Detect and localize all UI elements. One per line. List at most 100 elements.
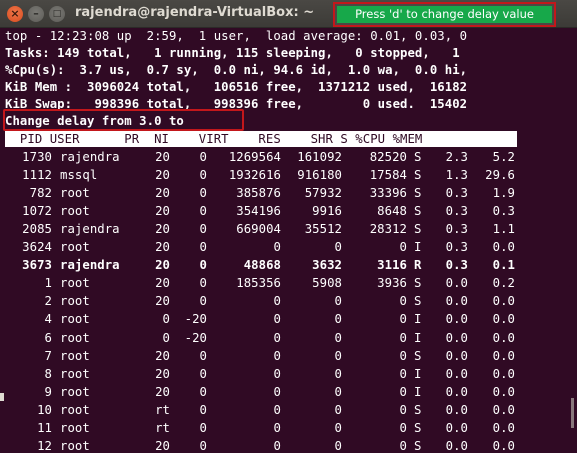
ni-cell: 0 [199,384,207,399]
ni-cell: 0 [199,438,207,453]
shr-cell: 33396 [369,186,407,201]
close-window-button[interactable]: × [7,6,23,22]
pid-cell: 4 [44,312,52,327]
pid-cell: 3673 [22,258,52,273]
virt-cell: 0 [273,366,281,381]
virt-cell: 0 [273,348,281,363]
user-cell: root [60,330,90,345]
shr-cell: 3936 [377,276,407,291]
pr-cell: 20 [155,168,170,183]
user-cell: root [60,384,90,399]
res-cell: 57932 [304,186,342,201]
process-row: 8 root 20 0 0 0 0 I 0.0 0.0 [5,366,520,384]
pr-cell: 20 [155,204,170,219]
state-cell: I [414,366,422,381]
ni-cell: 0 [199,276,207,291]
pid-cell: 1072 [22,204,52,219]
virt-cell: 0 [273,312,281,327]
process-row: 1072 root 20 0 354196 9916 8648 S 0.3 0.3 [5,203,520,221]
instruction-callout-text: Press 'd' to change delay value [337,6,552,23]
process-row: 1 root 20 0 185356 5908 3936 S 0.0 0.2 [5,275,520,293]
res-cell: 0 [334,330,342,345]
pid-cell: 1 [44,276,52,291]
mem-cell: 0.0 [492,402,515,417]
ni-cell: -20 [184,312,207,327]
mem-cell: 0.0 [492,330,515,345]
delay-prompt[interactable]: Change delay from 3.0 to [5,113,184,131]
mem-cell: 0.0 [492,312,515,327]
cpu-cell: 0.0 [445,366,468,381]
process-row: 2 root 20 0 0 0 0 S 0.0 0.0 [5,293,520,311]
ni-cell: 0 [199,150,207,164]
mem-cell: 29.6 [485,168,515,183]
cpu-cell: 1.3 [445,168,468,183]
pr-cell: 20 [155,348,170,363]
pr-cell: 20 [155,222,170,237]
shr-cell: 17584 [369,168,407,183]
mem-cell: 1.9 [492,186,515,201]
user-cell: root [60,348,90,363]
user-cell: root [60,240,90,255]
user-cell: root [60,420,90,435]
virt-cell: 0 [273,384,281,399]
pr-cell: 20 [155,258,170,273]
scrollbar-thumb[interactable] [571,398,574,428]
res-cell: 3632 [312,258,342,273]
state-cell: S [414,348,422,363]
ni-cell: 0 [199,294,207,309]
user-cell: root [60,438,90,453]
res-cell: 916180 [297,168,342,183]
pid-cell: 782 [29,186,52,201]
virt-cell: 0 [273,240,281,255]
res-cell: 35512 [304,222,342,237]
res-cell: 0 [334,384,342,399]
ni-cell: 0 [199,240,207,255]
shr-cell: 0 [399,438,407,453]
pid-cell: 11 [37,420,52,435]
user-cell: mssql [60,168,98,183]
virt-cell: 48868 [243,258,281,273]
process-row: 3624 root 20 0 0 0 0 I 0.3 0.0 [5,239,520,257]
cpu-line: %Cpu(s): 3.7 us, 0.7 sy, 0.0 ni, 94.6 id… [5,63,468,77]
virt-cell: 385876 [236,186,281,201]
process-row: 12 root 20 0 0 0 0 S 0.0 0.0 [5,438,520,453]
terminal-area[interactable]: top - 12:23:08 up 2:59, 1 user, load ave… [0,28,577,453]
shr-cell: 0 [399,348,407,363]
resize-handle-icon [0,393,4,401]
user-cell: rajendra [60,258,120,273]
virt-cell: 669004 [236,222,281,237]
mem-cell: 0.3 [492,204,515,219]
maximize-window-button[interactable]: □ [49,6,65,22]
state-cell: S [414,294,422,309]
res-cell: 0 [334,420,342,435]
uptime-line: top - 12:23:08 up 2:59, 1 user, load ave… [5,29,468,43]
cpu-cell: 0.0 [445,438,468,453]
shr-cell: 0 [399,420,407,435]
virt-cell: 0 [273,438,281,453]
res-cell: 0 [334,438,342,453]
maximize-icon: □ [52,9,62,19]
state-cell: S [414,186,422,201]
user-cell: root [60,402,90,417]
pid-cell: 10 [37,402,52,417]
cpu-cell: 0.0 [445,312,468,327]
ni-cell: 0 [199,204,207,219]
res-cell: 9916 [312,204,342,219]
state-cell: S [414,204,422,219]
cpu-cell: 0.3 [445,258,468,273]
ni-cell: -20 [184,330,207,345]
window-title: rajendra@rajendra-VirtualBox: ~ [75,5,315,20]
mem-line: KiB Mem : 3096024 total, 106516 free, 13… [5,80,468,94]
cpu-cell: 0.0 [445,402,468,417]
mem-cell: 1.1 [492,222,515,237]
process-row: 3673 rajendra 20 0 48868 3632 3116 R 0.3 0.1 [5,257,520,275]
process-row: 10 root rt 0 0 0 0 S 0.0 0.0 [5,402,520,420]
cpu-cell: 0.3 [445,204,468,219]
user-cell: rajendra [60,150,120,164]
process-table-header: PID USER PR NI VIRT RES SHR S %CPU %MEM [5,131,517,147]
pid-cell: 6 [44,330,52,345]
minimize-window-button[interactable]: – [28,6,44,22]
mem-cell: 0.1 [492,258,515,273]
user-cell: root [60,312,90,327]
ni-cell: 0 [199,186,207,201]
